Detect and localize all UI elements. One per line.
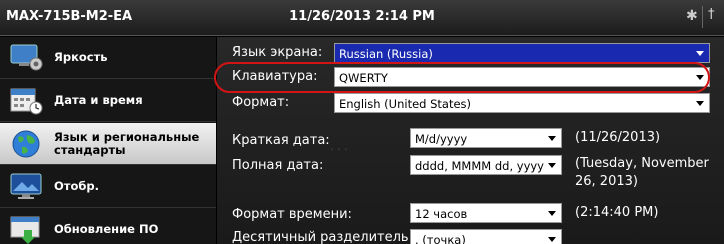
long-date-label: Полная дата:	[232, 158, 324, 173]
time-format-preview: (2:14:40 PM)	[575, 205, 659, 220]
sidebar-item-brightness[interactable]: Яркость	[0, 37, 216, 79]
chevron-down-icon	[548, 136, 556, 141]
globe-icon	[10, 129, 44, 159]
chevron-down-icon	[696, 51, 704, 56]
display-language-label: Язык экрана:	[232, 45, 323, 60]
format-value: English (United States)	[339, 97, 472, 111]
bluetooth-icon[interactable]: ✱	[686, 8, 698, 24]
chevron-down-icon	[696, 101, 704, 106]
sidebar-item-label: Яркость	[54, 50, 108, 64]
decimal-separator-label: Десятичный разделитель:	[232, 230, 413, 244]
long-date-value: dddd, MMMM dd, yyyy	[415, 159, 544, 173]
chevron-down-icon	[548, 211, 556, 216]
chevron-down-icon	[548, 163, 556, 168]
long-date-preview-line2: 26, 2013)	[575, 174, 638, 189]
clock: 11/26/2013 2:14 PM	[289, 9, 435, 24]
sidebar-item-label: Отобр.	[54, 179, 99, 193]
format-dropdown[interactable]: English (United States)	[334, 93, 710, 113]
time-format-value: 12 часов	[415, 207, 468, 221]
decimal-separator-value: . (точка)	[415, 233, 466, 244]
sidebar-item-language-region[interactable]: Язык и региональные стандарты	[0, 123, 216, 165]
title-divider	[702, 6, 703, 28]
usb-icon[interactable]: †	[708, 7, 715, 22]
long-date-preview-line1: (Tuesday, November	[575, 156, 709, 171]
brightness-icon	[10, 43, 44, 73]
software-update-icon	[10, 215, 44, 244]
sidebar: Яркость Дата и время Язык и региональные…	[0, 37, 216, 244]
display-language-dropdown[interactable]: Russian (Russia)	[334, 43, 710, 63]
short-date-label: Краткая дата:	[232, 133, 330, 148]
sidebar-item-date-time[interactable]: Дата и время	[0, 80, 216, 122]
sidebar-item-label: Обновление ПО	[54, 222, 159, 236]
sidebar-item-label: Дата и время	[54, 93, 143, 107]
decimal-separator-dropdown[interactable]: . (точка)	[410, 229, 562, 244]
short-date-preview: (11/26/2013)	[575, 130, 661, 145]
calendar-clock-icon	[10, 86, 44, 116]
keyboard-highlight-ring	[214, 62, 710, 93]
display-icon	[10, 172, 44, 202]
display-language-value: Russian (Russia)	[339, 47, 433, 61]
format-label: Формат:	[232, 95, 290, 110]
sidebar-item-software-update[interactable]: Обновление ПО	[0, 209, 216, 244]
time-format-label: Формат времени:	[232, 207, 352, 222]
title-bar: MAX-715B-M2-EA 11/26/2013 2:14 PM ✱ †	[0, 0, 724, 36]
time-format-dropdown[interactable]: 12 часов	[410, 203, 562, 223]
short-date-value: M/d/yyyy	[415, 132, 468, 146]
short-date-dropdown[interactable]: M/d/yyyy	[410, 128, 562, 148]
background-watermark: · · ·	[330, 143, 348, 156]
long-date-dropdown[interactable]: dddd, MMMM dd, yyyy	[410, 155, 562, 175]
sidebar-item-label: Язык и региональные стандарты	[54, 130, 200, 157]
sidebar-item-display[interactable]: Отобр.	[0, 166, 216, 208]
chevron-down-icon	[548, 237, 556, 242]
